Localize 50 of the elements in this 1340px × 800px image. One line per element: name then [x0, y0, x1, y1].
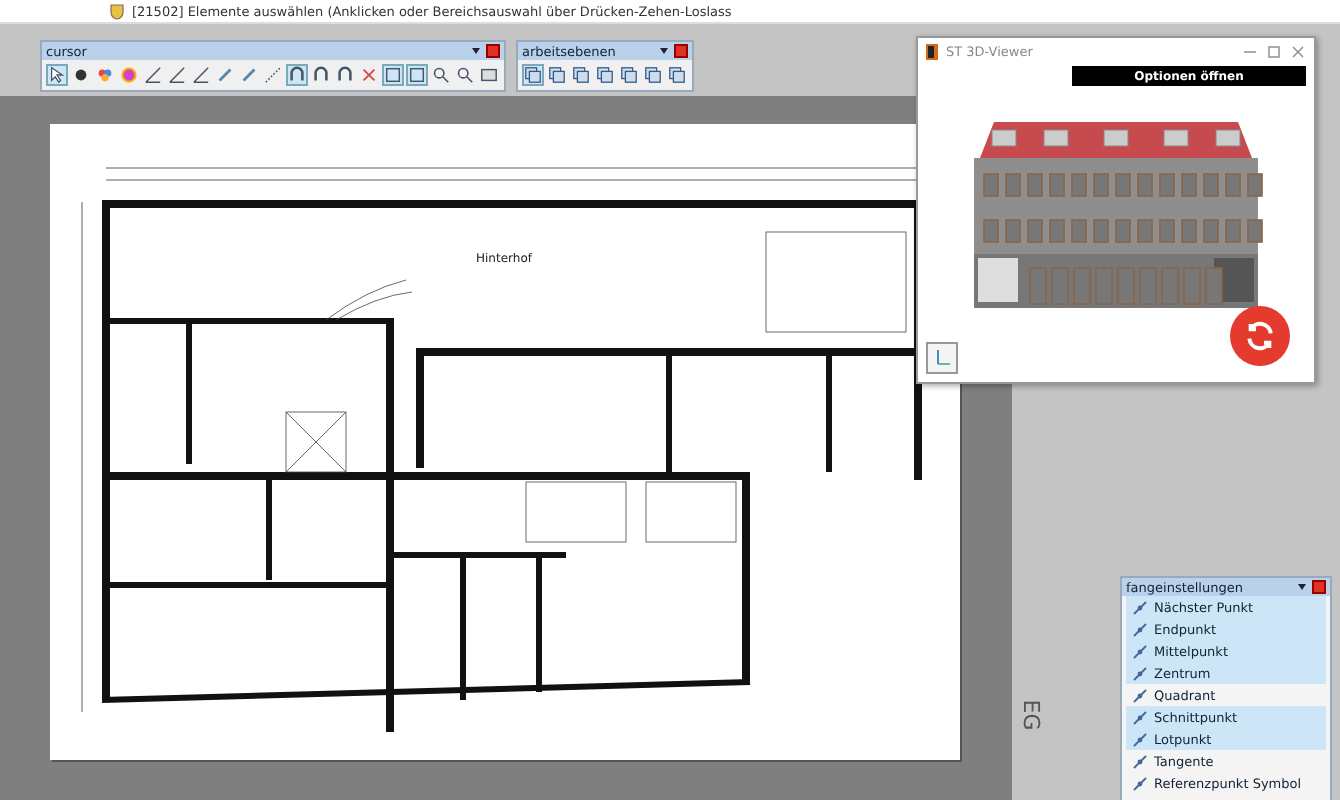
tool-button[interactable] [190, 64, 212, 86]
tool-button[interactable] [430, 64, 452, 86]
tool-button[interactable] [310, 64, 332, 86]
line-icon [168, 66, 186, 84]
tool-button[interactable] [286, 64, 308, 86]
tool-button[interactable] [546, 64, 568, 86]
snap-icon [1132, 621, 1148, 637]
tool-button[interactable] [618, 64, 640, 86]
tool-button[interactable] [478, 64, 500, 86]
tool-button[interactable] [334, 64, 356, 86]
tool-button[interactable] [642, 64, 664, 86]
tool-button[interactable] [666, 64, 688, 86]
snap-icon [1132, 665, 1148, 681]
pointer-icon [48, 66, 66, 84]
snap-icon [1132, 731, 1148, 747]
snap-icon [1132, 775, 1148, 791]
tool-button[interactable] [522, 64, 544, 86]
tool-button[interactable] [142, 64, 164, 86]
wheel-icon [120, 66, 138, 84]
zoom-icon [456, 66, 474, 84]
screen-icon [480, 66, 498, 84]
door-icon [926, 44, 938, 60]
level-label: EG [1018, 699, 1045, 731]
close-icon[interactable] [1290, 44, 1306, 60]
snap-icon [1132, 599, 1148, 615]
line-icon [192, 66, 210, 84]
axes-icon [932, 348, 952, 368]
tool-button[interactable] [570, 64, 592, 86]
caret-icon[interactable] [472, 48, 480, 54]
tool-button[interactable] [382, 64, 404, 86]
snap-icon [1132, 709, 1148, 725]
refresh-button[interactable] [1230, 306, 1290, 366]
snap-icon [1132, 687, 1148, 703]
cross-icon [360, 66, 378, 84]
tool-button[interactable] [406, 64, 428, 86]
tool-button[interactable] [166, 64, 188, 86]
measure-icon [264, 66, 282, 84]
zoom-icon [432, 66, 450, 84]
line-icon [144, 66, 162, 84]
tool-button[interactable] [454, 64, 476, 86]
caret-icon[interactable] [1298, 584, 1306, 590]
refresh-icon [1244, 320, 1276, 352]
snap-icon [1132, 753, 1148, 769]
color-icon [96, 66, 114, 84]
caret-icon[interactable] [660, 48, 668, 54]
snap-icon [1132, 643, 1148, 659]
axes-button[interactable] [926, 342, 958, 374]
shield-icon [110, 3, 124, 19]
tool-button[interactable] [594, 64, 616, 86]
tool-button[interactable] [46, 64, 68, 86]
